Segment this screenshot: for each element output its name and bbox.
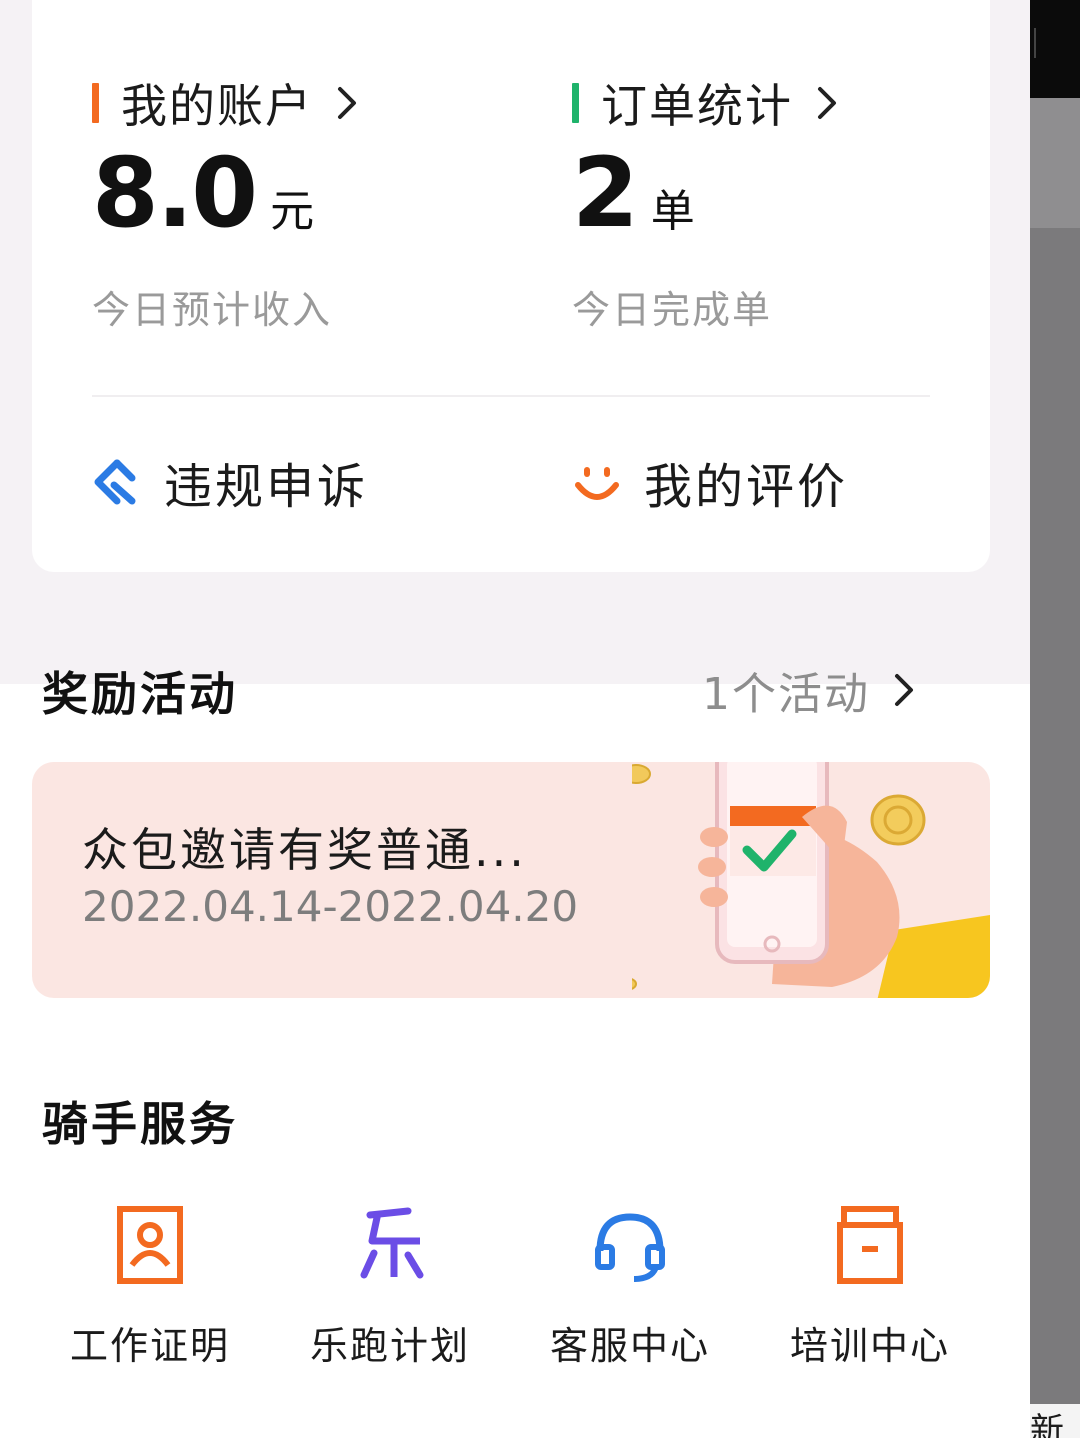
chevron-right-icon (818, 87, 836, 119)
training-box-icon (837, 1206, 903, 1284)
account-subtitle: 今日预计收入 (92, 288, 333, 332)
rewards-title: 奖励活动 (42, 667, 238, 721)
chevron-right-icon (338, 87, 356, 119)
account-stat[interactable]: 我的账户 8.0 元 今日预计收入 (92, 78, 363, 334)
overlay-gray-block (1030, 98, 1080, 228)
headset-icon (595, 1213, 665, 1282)
orders-unit: 单 (650, 186, 695, 237)
service-customer-center[interactable]: 客服中心 (510, 1205, 750, 1370)
main-page: 我的账户 8.0 元 今日预计收入 订单统计 2 单 今日完成单 违规申诉 我的… (0, 0, 1030, 1438)
orders-title: 订单统计 (601, 79, 793, 133)
card-divider (92, 395, 930, 397)
overlay-dark-top (1030, 0, 1080, 98)
appeal-label: 违规申诉 (164, 459, 369, 515)
rewards-count: 1个活动 (702, 669, 870, 720)
orders-accent-bar (572, 83, 579, 123)
service-training-center[interactable]: 培训中心 (750, 1205, 990, 1370)
service-le-run-plan[interactable]: 乐跑计划 (270, 1205, 510, 1370)
background-overlay-strip: 新 (1030, 0, 1080, 1438)
appeal-icon (94, 459, 136, 505)
my-reviews-label: 我的评价 (644, 459, 849, 515)
account-accent-bar (92, 83, 99, 123)
orders-value: 2 (572, 137, 639, 249)
account-unit: 元 (270, 186, 315, 237)
service-label: 客服中心 (549, 1324, 710, 1368)
orders-header[interactable]: 订单统计 (572, 78, 843, 133)
rider-services-title: 骑手服务 (42, 1097, 238, 1151)
orders-value-row: 2 单 (572, 137, 843, 249)
account-value: 8.0 (92, 137, 258, 249)
reward-banner[interactable]: 众包邀请有奖普通... 2022.04.14-2022.04.20 (32, 762, 990, 998)
orders-stat[interactable]: 订单统计 2 单 今日完成单 (572, 78, 843, 334)
banner-title: 众包邀请有奖普通... (82, 823, 527, 877)
service-label: 乐跑计划 (309, 1324, 470, 1368)
summary-card: 我的账户 8.0 元 今日预计收入 订单统计 2 单 今日完成单 违规申诉 我的… (32, 0, 990, 572)
phone-hand-illustration (632, 762, 990, 998)
id-badge-icon (117, 1206, 183, 1284)
rewards-more-link[interactable]: 1个活动 (702, 658, 920, 722)
appeal-button[interactable]: 违规申诉 (92, 450, 369, 515)
service-label: 工作证明 (69, 1324, 230, 1368)
account-value-row: 8.0 元 (92, 137, 363, 249)
service-label: 培训中心 (789, 1324, 950, 1368)
rider-services-grid: 工作证明 乐跑计划 客服中心 培训中心 (30, 1205, 990, 1370)
service-work-proof[interactable]: 工作证明 (30, 1205, 270, 1370)
my-reviews-button[interactable]: 我的评价 (572, 450, 849, 515)
account-header[interactable]: 我的账户 (92, 78, 363, 133)
edge-text: 新 (1030, 1404, 1080, 1438)
orders-subtitle: 今日完成单 (572, 288, 773, 332)
account-title: 我的账户 (121, 79, 313, 133)
chevron-right-icon (895, 674, 913, 706)
banner-date: 2022.04.14-2022.04.20 (82, 882, 579, 931)
le-run-icon (360, 1207, 424, 1279)
smile-icon (575, 467, 619, 500)
